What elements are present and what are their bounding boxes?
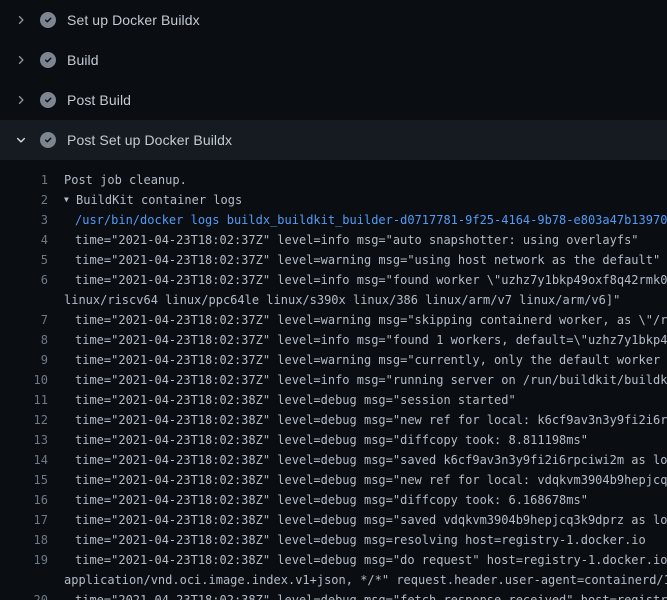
log-line-text: Post job cleanup. (64, 170, 187, 190)
log-line: 13 time="2021-04-23T18:02:38Z" level=deb… (0, 430, 667, 450)
log-line-text: time="2021-04-23T18:02:38Z" level=debug … (75, 510, 667, 530)
log-line-text: time="2021-04-23T18:02:38Z" level=debug … (75, 550, 667, 570)
log-line-text: application/vnd.oci.image.index.v1+json,… (64, 570, 667, 590)
log-line-text: time="2021-04-23T18:02:37Z" level=warnin… (75, 350, 667, 370)
chevron-right-icon (15, 94, 27, 106)
log-line-number[interactable]: 5 (0, 250, 48, 270)
step-title: Set up Docker Buildx (67, 12, 200, 28)
log-line-number[interactable]: 17 (0, 510, 48, 530)
log-line-number[interactable]: 15 (0, 470, 48, 490)
check-circle-icon (40, 12, 56, 28)
log-line: 14 time="2021-04-23T18:02:38Z" level=deb… (0, 450, 667, 470)
step-header-post-set-up-docker-buildx[interactable]: Post Set up Docker Buildx (0, 120, 667, 160)
log-line-number[interactable]: 8 (0, 330, 48, 350)
log-line-number[interactable]: 7 (0, 310, 48, 330)
log-line: linux/riscv64 linux/ppc64le linux/s390x … (0, 290, 667, 310)
step-header-build[interactable]: Build (0, 40, 667, 80)
log-line: 15 time="2021-04-23T18:02:38Z" level=deb… (0, 470, 667, 490)
log-line: 20 time="2021-04-23T18:02:38Z" level=deb… (0, 590, 667, 600)
log-line-number[interactable]: 12 (0, 410, 48, 430)
log-line-text[interactable]: /usr/bin/docker logs buildx_buildkit_bui… (75, 210, 667, 230)
log-line-text: time="2021-04-23T18:02:37Z" level=info m… (75, 330, 667, 350)
log-line: 4 time="2021-04-23T18:02:37Z" level=info… (0, 230, 667, 250)
log-line-text: linux/riscv64 linux/ppc64le linux/s390x … (64, 290, 620, 310)
log-line: 8 time="2021-04-23T18:02:37Z" level=info… (0, 330, 667, 350)
log-line: 11 time="2021-04-23T18:02:38Z" level=deb… (0, 390, 667, 410)
log-line-text: time="2021-04-23T18:02:37Z" level=info m… (75, 370, 667, 390)
log-line: 1 Post job cleanup. (0, 170, 667, 190)
log-line-command: 3 /usr/bin/docker logs buildx_buildkit_b… (0, 210, 667, 230)
log-line-number[interactable]: 20 (0, 590, 48, 600)
log-line-number[interactable] (0, 570, 48, 590)
log-line-number[interactable]: 3 (0, 210, 48, 230)
log-line-text: time="2021-04-23T18:02:38Z" level=debug … (75, 390, 516, 410)
log-line: 16 time="2021-04-23T18:02:38Z" level=deb… (0, 490, 667, 510)
log-line: 10 time="2021-04-23T18:02:37Z" level=inf… (0, 370, 667, 390)
log-line-text: time="2021-04-23T18:02:37Z" level=info m… (75, 230, 639, 250)
log-line: 12 time="2021-04-23T18:02:38Z" level=deb… (0, 410, 667, 430)
log-line-number[interactable]: 13 (0, 430, 48, 450)
log-line: 19 time="2021-04-23T18:02:38Z" level=deb… (0, 550, 667, 570)
log-line-number[interactable]: 2 (0, 190, 48, 210)
steps-list: Set up Docker Buildx Build Post Build Po… (0, 0, 667, 160)
log-area: 1 Post job cleanup. 2 ▼BuildKit containe… (0, 160, 667, 600)
log-line-number[interactable]: 16 (0, 490, 48, 510)
check-circle-icon (40, 92, 56, 108)
log-line-number[interactable]: 11 (0, 390, 48, 410)
log-line-text: time="2021-04-23T18:02:38Z" level=debug … (75, 470, 667, 490)
chevron-down-icon (15, 134, 27, 146)
log-line: application/vnd.oci.image.index.v1+json,… (0, 570, 667, 590)
log-line-number[interactable]: 10 (0, 370, 48, 390)
log-line-text: time="2021-04-23T18:02:38Z" level=debug … (75, 590, 667, 600)
log-line: 18 time="2021-04-23T18:02:38Z" level=deb… (0, 530, 667, 550)
log-line: 9 time="2021-04-23T18:02:37Z" level=warn… (0, 350, 667, 370)
check-circle-icon (40, 52, 56, 68)
log-line-number[interactable]: 18 (0, 530, 48, 550)
log-line-text: time="2021-04-23T18:02:38Z" level=debug … (75, 410, 667, 430)
log-line-text: time="2021-04-23T18:02:37Z" level=info m… (75, 270, 667, 290)
log-line: 7 time="2021-04-23T18:02:37Z" level=warn… (0, 310, 667, 330)
log-line-number[interactable] (0, 290, 48, 310)
chevron-right-icon (15, 54, 27, 66)
log-line: 17 time="2021-04-23T18:02:38Z" level=deb… (0, 510, 667, 530)
log-line-number[interactable]: 19 (0, 550, 48, 570)
log-line: 6 time="2021-04-23T18:02:37Z" level=info… (0, 270, 667, 290)
log-line-text: time="2021-04-23T18:02:38Z" level=debug … (75, 530, 646, 550)
step-header-set-up-docker-buildx[interactable]: Set up Docker Buildx (0, 0, 667, 40)
log-line-number[interactable]: 4 (0, 230, 48, 250)
log-line-text: time="2021-04-23T18:02:38Z" level=debug … (75, 490, 588, 510)
log-line-number[interactable]: 1 (0, 170, 48, 190)
step-header-post-build[interactable]: Post Build (0, 80, 667, 120)
log-line-number[interactable]: 6 (0, 270, 48, 290)
log-group-header[interactable]: 2 ▼BuildKit container logs (0, 190, 667, 210)
log-line-number[interactable]: 14 (0, 450, 48, 470)
log-line-text: time="2021-04-23T18:02:37Z" level=warnin… (75, 310, 667, 330)
step-title: Post Build (67, 92, 131, 108)
check-circle-icon (40, 132, 56, 148)
step-title: Post Set up Docker Buildx (67, 132, 232, 148)
chevron-right-icon (15, 14, 27, 26)
log-line-text: time="2021-04-23T18:02:38Z" level=debug … (75, 430, 588, 450)
log-line: 5 time="2021-04-23T18:02:37Z" level=warn… (0, 250, 667, 270)
log-line-text: time="2021-04-23T18:02:37Z" level=warnin… (75, 250, 660, 270)
log-line-text: time="2021-04-23T18:02:38Z" level=debug … (75, 450, 667, 470)
log-line-text: BuildKit container logs (76, 190, 242, 210)
step-title: Build (67, 52, 99, 68)
log-line-number[interactable]: 9 (0, 350, 48, 370)
group-toggle-icon[interactable]: ▼ (64, 190, 76, 210)
